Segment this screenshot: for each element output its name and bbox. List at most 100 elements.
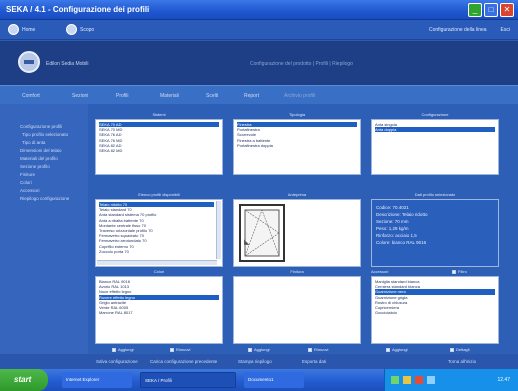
panel-label-colori: Colori bbox=[153, 269, 165, 274]
vertical-scrollbar[interactable] bbox=[216, 201, 221, 259]
folder-icon bbox=[66, 24, 77, 35]
remove-icon bbox=[308, 347, 312, 352]
list-item[interactable]: Gocciolatoio bbox=[375, 310, 495, 315]
menu-item-comfort[interactable]: Comfort bbox=[22, 93, 40, 99]
menu-item-archivio[interactable]: Archivio profili bbox=[284, 93, 315, 99]
company-logo bbox=[18, 51, 40, 73]
preview-panel: ◣ bbox=[233, 199, 361, 267]
sidebar-item-1[interactable]: Tipo profilo selezionato bbox=[22, 132, 68, 137]
detail-line-3: Peso: 1,28 kg/m bbox=[376, 226, 409, 231]
list-accessori-items: Maniglia standard bianca Cerniera standar… bbox=[372, 277, 498, 317]
remove-icon bbox=[170, 347, 174, 352]
filter-icon bbox=[452, 269, 456, 274]
horizontal-scrollbar[interactable] bbox=[97, 260, 217, 265]
taskbar-item-1[interactable]: SEKA / Profili bbox=[140, 372, 236, 388]
accessori-add-button[interactable]: Aggiungi bbox=[386, 347, 408, 352]
list-configurazione[interactable]: Anta singola Anta doppia bbox=[371, 119, 499, 175]
taskbar: start Internet Explorer SEKA / Profili D… bbox=[0, 369, 518, 391]
colori-add-button[interactable]: Aggiungi bbox=[112, 347, 134, 352]
accessori-filter-button[interactable]: Filtro bbox=[452, 269, 467, 274]
taskbar-item-2[interactable]: Documento1 bbox=[244, 372, 304, 388]
footer-link-home[interactable]: Torna all'inizio bbox=[448, 359, 476, 364]
main-menu: Comfort Sezioni Profili Materiali Scelti… bbox=[0, 85, 518, 104]
sidebar-item-8[interactable]: Accessori bbox=[20, 188, 40, 193]
list-finitura[interactable] bbox=[233, 276, 361, 344]
footer-bar: Salva configurazione Carica configurazio… bbox=[0, 354, 518, 369]
toolbar-home[interactable]: Home bbox=[8, 24, 35, 35]
detail-line-4: Rinforzo: acciaio 1,5 bbox=[376, 233, 417, 238]
brand-name: Edilon Sedia Mobili bbox=[46, 61, 89, 67]
panel-label-anteprima: Anteprima bbox=[287, 192, 307, 197]
list-item[interactable]: Marrone RAL 8017 bbox=[99, 310, 219, 315]
accessori-add-label: Aggiungi bbox=[392, 347, 408, 352]
footer-link-save[interactable]: Salva configurazione bbox=[96, 359, 138, 364]
maximize-button[interactable]: □ bbox=[484, 3, 498, 17]
detail-line-1: Descrizione: Telaio ridotto bbox=[376, 212, 428, 217]
add-icon bbox=[386, 347, 390, 352]
accessori-details-button[interactable]: Dettagli bbox=[450, 347, 470, 352]
opening-symbol-icon: ◣ bbox=[244, 239, 250, 246]
home-icon bbox=[8, 24, 19, 35]
menu-item-report[interactable]: Report bbox=[244, 93, 259, 99]
sidebar-item-6[interactable]: Finiture bbox=[20, 172, 35, 177]
finitura-remove-button[interactable]: Rimuovi bbox=[308, 347, 328, 352]
list-configurazione-items: Anta singola Anta doppia bbox=[372, 120, 498, 134]
colori-remove-button[interactable]: Rimuovi bbox=[170, 347, 190, 352]
sidebar-item-5[interactable]: Sezione profilo bbox=[20, 164, 50, 169]
toolbar: Home Scopo Configurazione della linea Es… bbox=[0, 20, 518, 40]
start-button[interactable]: start bbox=[0, 369, 48, 391]
list-accessori[interactable]: Maniglia standard bianca Cerniera standar… bbox=[371, 276, 499, 344]
list-item[interactable]: SEKA 82 MD bbox=[99, 148, 219, 153]
finitura-remove-label: Rimuovi bbox=[314, 347, 329, 352]
app-header: Edilon Sedia Mobili Configurazione del p… bbox=[0, 41, 518, 85]
footer-link-print[interactable]: Stampa riepilogo bbox=[238, 359, 272, 364]
sidebar-item-7[interactable]: Colori bbox=[20, 180, 32, 185]
close-button[interactable]: ✕ bbox=[500, 3, 514, 17]
taskbar-item-0[interactable]: Internet Explorer bbox=[62, 372, 132, 388]
finitura-add-label: Aggiungi bbox=[254, 347, 270, 352]
list-item[interactable]: Anta doppia bbox=[375, 127, 495, 133]
accessori-details-label: Dettagli bbox=[456, 347, 470, 352]
toolbar-right: Configurazione della linea Esci bbox=[429, 27, 510, 33]
system-tray: 12.47 bbox=[384, 369, 518, 391]
colori-add-label: Aggiungi bbox=[118, 347, 134, 352]
window-title: SEKA / 4.1 - Configurazione dei profili bbox=[6, 5, 150, 14]
details-icon bbox=[450, 347, 454, 352]
list-colori-items: Bianco RAL 9016 Avorio RAL 1013 Noce effet… bbox=[96, 277, 222, 317]
sidebar-item-4[interactable]: Materiali del profilo bbox=[20, 156, 58, 161]
add-icon bbox=[248, 347, 252, 352]
sidebar-item-9[interactable]: Riepilogo configurazione bbox=[20, 196, 69, 201]
list-colori[interactable]: Bianco RAL 9016 Avorio RAL 1013 Noce effet… bbox=[95, 276, 223, 344]
footer-link-load[interactable]: Carica configurazione precedente bbox=[150, 359, 217, 364]
list-tipologia[interactable]: Finestra Portafinestra Scorrevole Finestra … bbox=[233, 119, 361, 175]
list-elenco-profili[interactable]: Telaio ridotto 70 Telaio standard 70 Anta … bbox=[95, 199, 223, 267]
title-bar: SEKA / 4.1 - Configurazione dei profili … bbox=[0, 0, 518, 20]
panel-label-sistemi: Sistemi bbox=[152, 112, 166, 117]
toolbar-link-config[interactable]: Configurazione della linea bbox=[429, 27, 487, 33]
window-preview-drawing bbox=[239, 204, 285, 262]
list-sistemi-items: SEKA 70 AD SEKA 70 MD SEKA 76 AD SEKA 76 MD… bbox=[96, 120, 222, 155]
sidebar: Configurazione profili Tipo profilo sele… bbox=[0, 104, 88, 354]
toolbar-home-label: Home bbox=[22, 26, 36, 33]
sidebar-item-3[interactable]: Dimensioni del telaio bbox=[20, 148, 62, 153]
list-item[interactable]: Portafinestra doppia bbox=[237, 143, 357, 148]
sidebar-item-0[interactable]: Configurazione profili bbox=[20, 124, 62, 129]
menu-item-profili[interactable]: Profili bbox=[116, 93, 129, 99]
menu-item-scelti[interactable]: Scelti bbox=[206, 93, 218, 99]
list-tipologia-items: Finestra Portafinestra Scorrevole Finestra … bbox=[234, 120, 360, 150]
window-controls: _ □ ✕ bbox=[468, 3, 514, 17]
minimize-button[interactable]: _ bbox=[468, 3, 482, 17]
menu-item-materiali[interactable]: Materiali bbox=[160, 93, 179, 99]
footer-link-export[interactable]: Esporta dati bbox=[302, 359, 326, 364]
toolbar-link-exit[interactable]: Esci bbox=[501, 27, 510, 33]
toolbar-scope[interactable]: Scopo bbox=[66, 24, 94, 35]
list-item[interactable]: Zoccolo porta 70 bbox=[99, 249, 214, 254]
panel-label-elenco-profili: Elenco profili disponibili bbox=[138, 192, 180, 197]
list-sistemi[interactable]: SEKA 70 AD SEKA 70 MD SEKA 76 AD SEKA 76 MD… bbox=[95, 119, 223, 175]
menu-item-sezioni[interactable]: Sezioni bbox=[72, 93, 88, 99]
finitura-add-button[interactable]: Aggiungi bbox=[248, 347, 270, 352]
network-icon bbox=[391, 376, 399, 384]
detail-line-5: Colore: bianco RAL 9016 bbox=[376, 240, 427, 245]
panel-label-finitura: Finitura bbox=[290, 269, 304, 274]
sidebar-item-2[interactable]: Tipo di anta bbox=[22, 140, 45, 145]
